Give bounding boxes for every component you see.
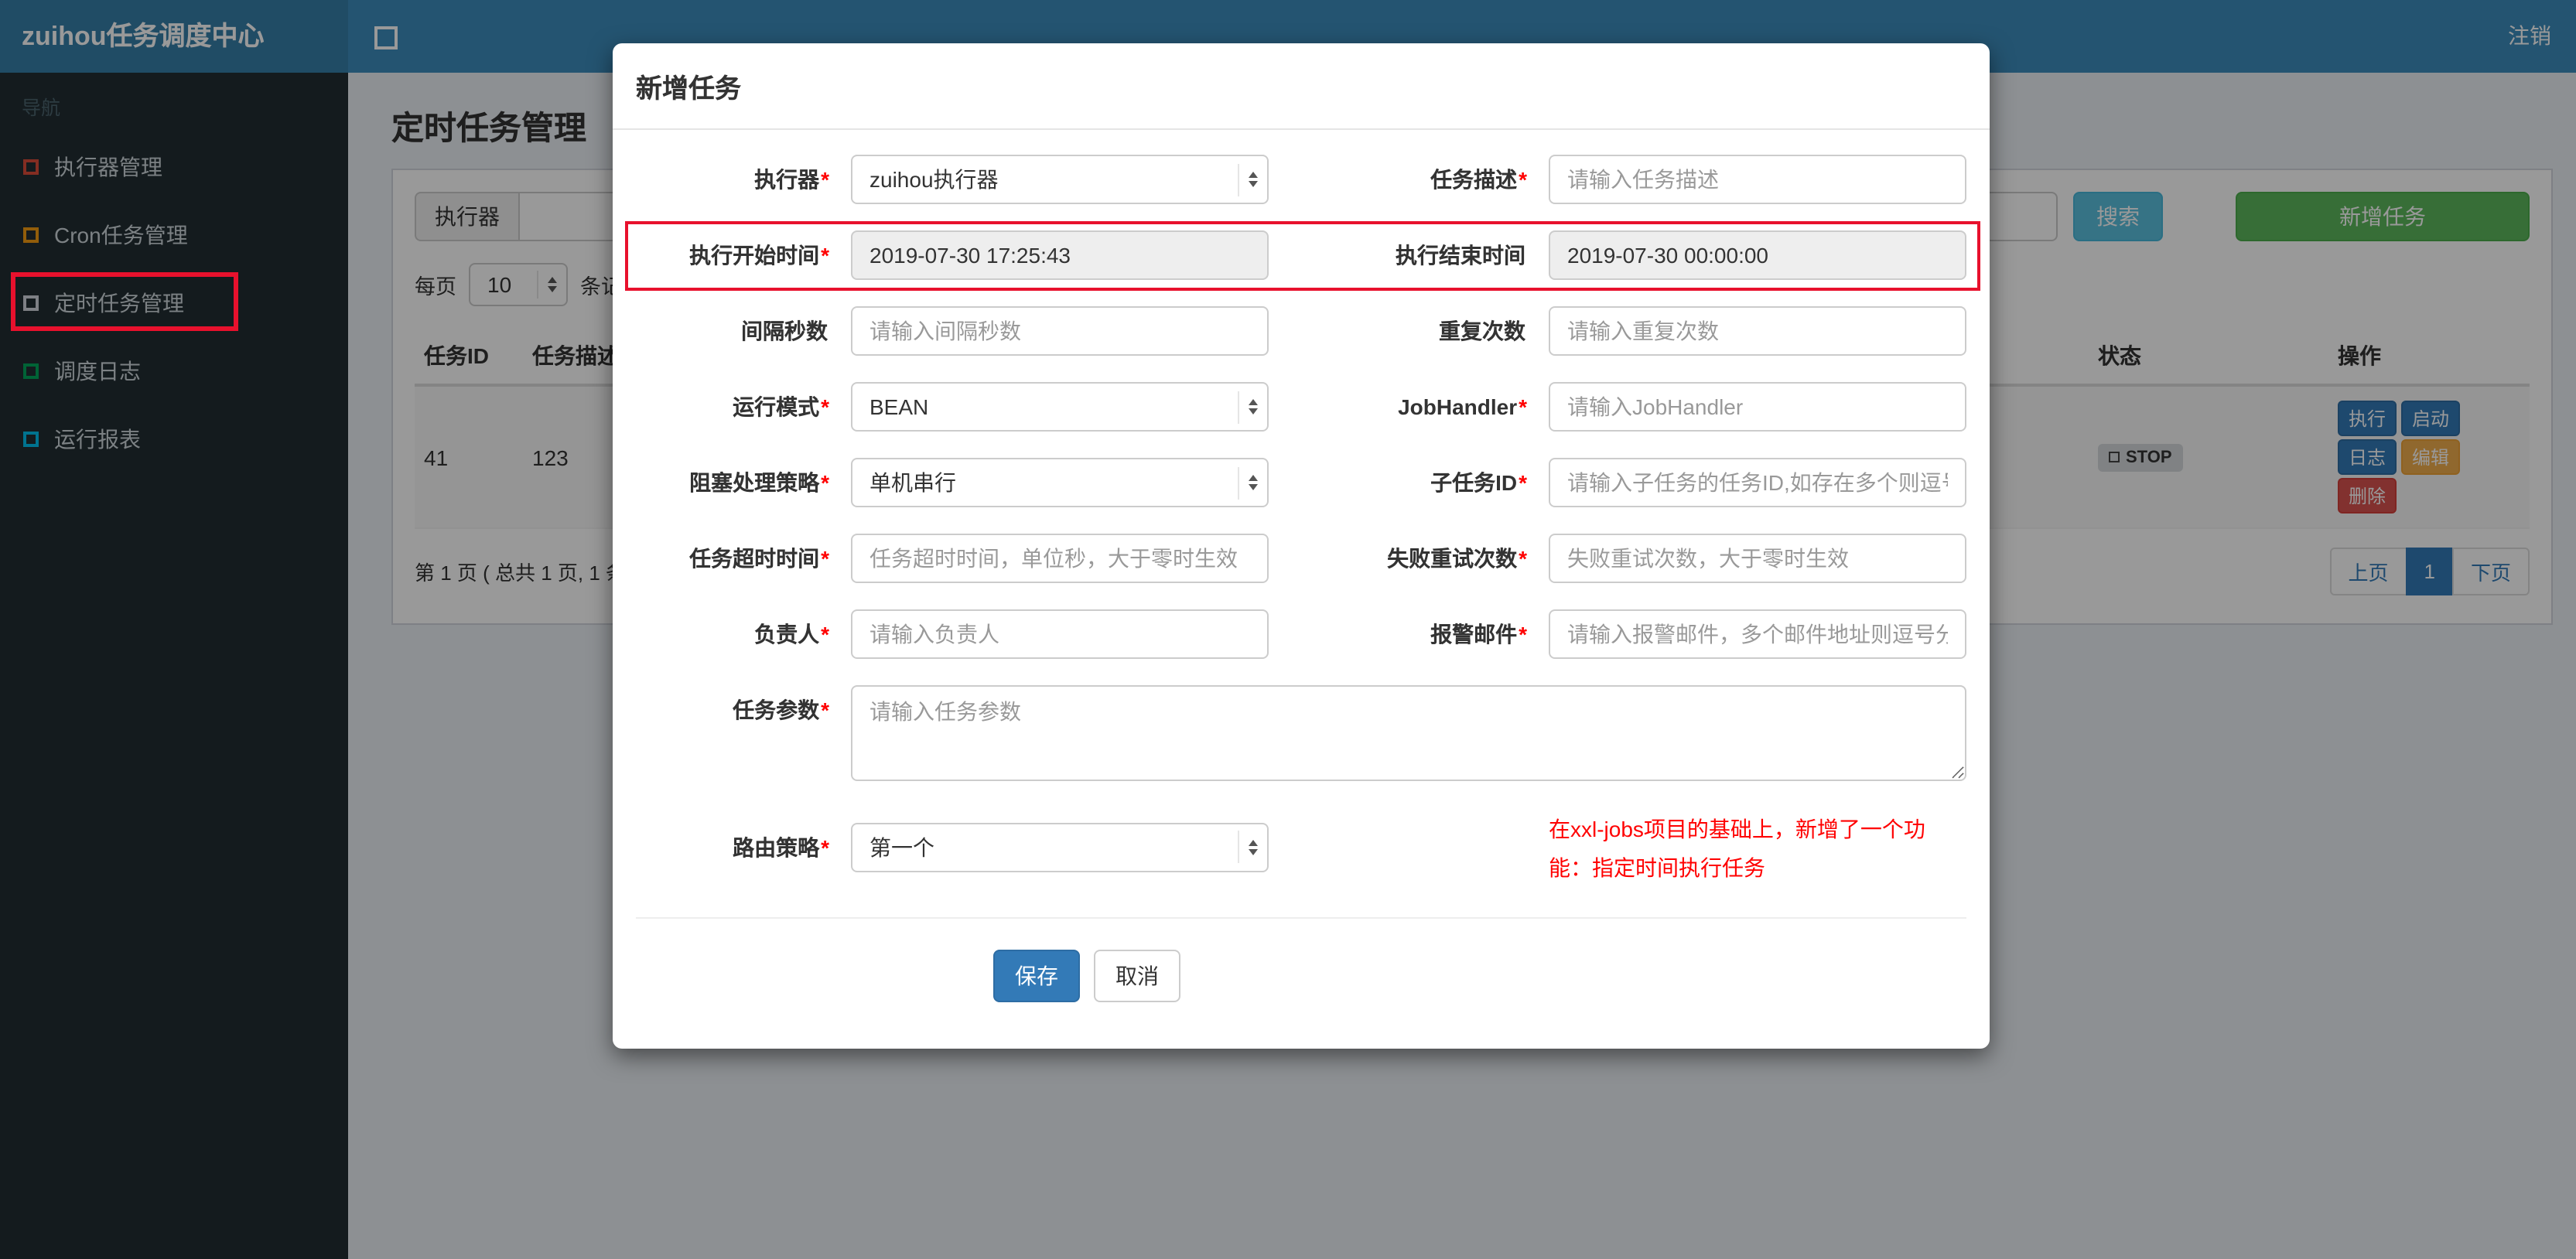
- child-task-label: 子任务ID *: [1430, 470, 1527, 495]
- owner-label: 负责人 *: [754, 622, 829, 647]
- alarm-email-input[interactable]: [1549, 609, 1966, 659]
- task-params-label: 任务参数 *: [733, 698, 829, 722]
- start-time-label: 执行开始时间 *: [689, 243, 829, 268]
- task-desc-input[interactable]: [1549, 155, 1966, 204]
- route-strategy-label: 路由策略 *: [733, 834, 829, 859]
- run-mode-select-value: BEAN: [869, 394, 929, 419]
- select-stepper-icon: [1238, 163, 1258, 196]
- cancel-button[interactable]: 取消: [1094, 950, 1180, 1002]
- select-stepper-icon: [1238, 391, 1258, 423]
- add-task-modal: 新增任务 执行器* zuihou执行器 任务描述* 执行开始时间* 执行结束时间: [613, 43, 1990, 1049]
- form-row-route: 路由策略 * 第一个 在xxl-jobs项目的基础上，新增了一个功能：指定时间执行…: [636, 807, 1966, 886]
- jobhandler-label: JobHandler *: [1398, 394, 1527, 419]
- form-row-timeout-retry: 任务超时时间* 失败重试次数*: [636, 534, 1966, 583]
- end-time-label: 执行结束时间: [1396, 243, 1525, 268]
- modal-footer: 保存 取消: [613, 919, 1990, 1049]
- repeat-input[interactable]: [1549, 306, 1966, 356]
- timeout-label: 任务超时时间 *: [689, 546, 829, 571]
- form-row-owner-email: 负责人* 报警邮件*: [636, 609, 1966, 659]
- select-stepper-icon: [1238, 466, 1258, 499]
- retry-input[interactable]: [1549, 534, 1966, 583]
- interval-label: 间隔秒数: [741, 319, 828, 343]
- interval-input[interactable]: [851, 306, 1269, 356]
- run-mode-select[interactable]: BEAN: [851, 382, 1269, 432]
- form-row-interval-repeat: 间隔秒数 重复次数: [636, 306, 1966, 356]
- task-desc-label: 任务描述 *: [1430, 167, 1527, 192]
- repeat-label: 重复次数: [1439, 319, 1525, 343]
- application-root: zuihou任务调度中心 注销 导航 执行器管理 Cron任务管理 定时任务管理…: [0, 0, 2576, 1259]
- task-params-textarea[interactable]: [851, 685, 1966, 781]
- start-time-input[interactable]: [851, 230, 1269, 280]
- modal-title: 新增任务: [636, 74, 741, 104]
- form-row-mode-handler: 运行模式 * BEAN JobHandler *: [636, 382, 1966, 432]
- form-row-params: 任务参数 *: [636, 685, 1966, 781]
- executor-label: 执行器 *: [754, 167, 829, 192]
- modal-header: 新增任务: [613, 43, 1990, 130]
- form-row-executor-desc: 执行器 * zuihou执行器 任务描述 *: [636, 155, 1966, 204]
- form-row-block-child: 阻塞处理策略 * 单机串行 子任务ID *: [636, 458, 1966, 507]
- executor-select[interactable]: zuihou执行器: [851, 155, 1269, 204]
- end-time-input[interactable]: [1549, 230, 1966, 280]
- form-row-start-end-time: 执行开始时间* 执行结束时间: [625, 221, 1980, 291]
- modal-body: 执行器* zuihou执行器 任务描述* 执行开始时间* 执行结束时间 间隔秒数…: [613, 130, 1990, 919]
- feature-note-text: 在xxl-jobs项目的基础上，新增了一个功能：指定时间执行任务: [1549, 817, 1925, 879]
- timeout-input[interactable]: [851, 534, 1269, 583]
- child-task-input[interactable]: [1549, 458, 1966, 507]
- executor-select-value: zuihou执行器: [869, 167, 999, 192]
- route-strategy-select-value: 第一个: [869, 834, 934, 859]
- run-mode-label: 运行模式 *: [733, 394, 829, 419]
- block-strategy-label: 阻塞处理策略 *: [689, 470, 829, 495]
- save-button[interactable]: 保存: [993, 950, 1080, 1002]
- owner-input[interactable]: [851, 609, 1269, 659]
- select-stepper-icon: [1238, 831, 1258, 863]
- block-strategy-select[interactable]: 单机串行: [851, 458, 1269, 507]
- retry-label: 失败重试次数 *: [1387, 546, 1527, 571]
- alarm-email-label: 报警邮件 *: [1430, 622, 1527, 647]
- route-strategy-select[interactable]: 第一个: [851, 822, 1269, 872]
- jobhandler-input[interactable]: [1549, 382, 1966, 432]
- block-strategy-select-value: 单机串行: [869, 470, 956, 495]
